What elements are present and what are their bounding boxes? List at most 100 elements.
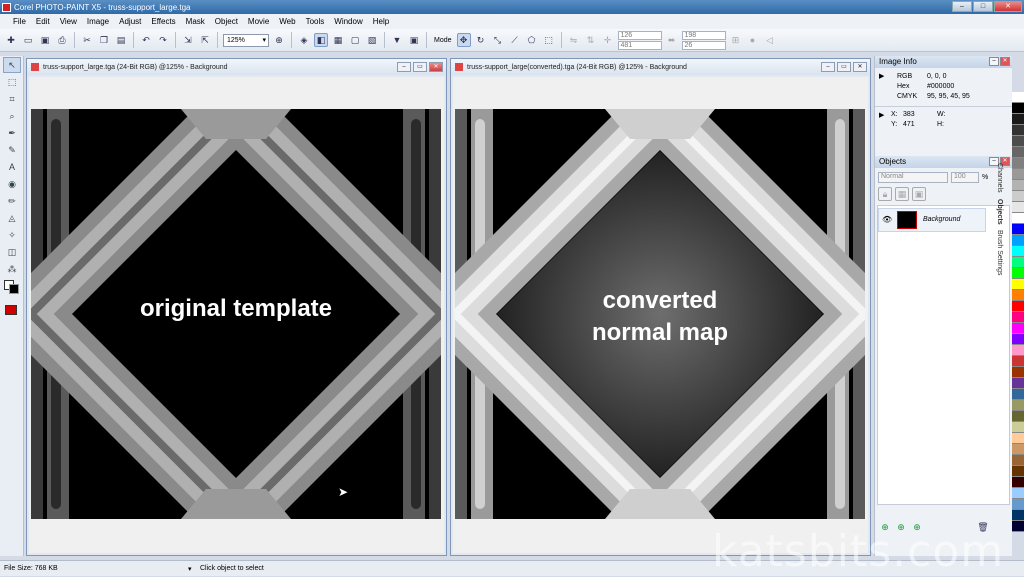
palette-swatch[interactable] [1012, 301, 1024, 312]
crop-tool-icon[interactable]: ⌗ [3, 91, 21, 107]
minimize-button[interactable]: – [952, 1, 972, 12]
redo-icon[interactable]: ↷ [156, 33, 170, 47]
export-icon[interactable]: ⇱ [198, 33, 212, 47]
position-mode-icon[interactable]: ✥ [456, 33, 471, 47]
menu-web[interactable]: Web [274, 17, 300, 26]
play-icon[interactable]: ▶ [879, 72, 884, 80]
palette-swatch[interactable] [1012, 400, 1024, 411]
paste-icon[interactable]: ▤ [114, 33, 128, 47]
open-icon[interactable]: ▭ [21, 33, 35, 47]
palette-swatch[interactable] [1012, 334, 1024, 345]
menu-view[interactable]: View [55, 17, 82, 26]
maximize-button[interactable]: □ [973, 1, 993, 12]
palette-swatch[interactable] [1012, 367, 1024, 378]
lock-transparency-icon[interactable]: ▦ [895, 187, 909, 201]
mask-tool-icon[interactable]: ◈ [297, 33, 311, 47]
x-position-field[interactable]: 126 [617, 30, 662, 40]
mask-rectangle-icon[interactable]: ⬚ [3, 74, 21, 90]
cut-icon[interactable]: ✂ [80, 33, 94, 47]
palette-swatch[interactable] [1012, 169, 1024, 180]
mask-marquee-icon[interactable]: ▦ [331, 33, 345, 47]
palette-swatch[interactable] [1012, 356, 1024, 367]
palette-swatch[interactable] [1012, 444, 1024, 455]
corel-connect-icon[interactable]: ▣ [407, 33, 421, 47]
menu-mask[interactable]: Mask [181, 17, 210, 26]
palette-swatch[interactable] [1012, 323, 1024, 334]
palette-swatch[interactable] [1012, 125, 1024, 136]
paint-color-swatch[interactable] [5, 305, 17, 315]
menu-object[interactable]: Object [210, 17, 243, 26]
apply-icon[interactable]: ● [746, 33, 760, 47]
play-icon[interactable]: ▶ [879, 111, 884, 119]
menu-tools[interactable]: Tools [301, 17, 330, 26]
status-dropdown-icon[interactable]: ▾ [188, 565, 200, 573]
layer-row-background[interactable]: 👁︎ Background [878, 208, 986, 232]
height-field[interactable]: 26 [681, 40, 726, 50]
palette-swatch[interactable] [1012, 312, 1024, 323]
pick-tool-icon[interactable]: ↖ [3, 57, 21, 73]
palette-swatch[interactable] [1012, 136, 1024, 147]
reset-icon[interactable]: ◁ [763, 33, 777, 47]
object-marquee-icon[interactable]: ▧ [365, 33, 379, 47]
panel-minimize-button[interactable]: – [989, 57, 999, 66]
menu-window[interactable]: Window [329, 17, 367, 26]
menu-effects[interactable]: Effects [146, 17, 180, 26]
zoom-select[interactable]: 125% [223, 33, 269, 47]
palette-swatch[interactable] [1012, 103, 1024, 114]
text-tool-icon[interactable]: A [3, 159, 21, 175]
palette-swatch[interactable] [1012, 147, 1024, 158]
zoom-tool-icon[interactable]: ⌕ [3, 108, 21, 124]
palette-swatch[interactable] [1012, 213, 1024, 224]
panel-close-button[interactable]: ✕ [1000, 57, 1010, 66]
palette-swatch[interactable] [1012, 114, 1024, 125]
menu-movie[interactable]: Movie [243, 17, 274, 26]
mask-show-icon[interactable]: ▢ [348, 33, 362, 47]
fill-color-swatch[interactable] [9, 284, 19, 294]
palette-swatch[interactable] [1012, 202, 1024, 213]
palette-swatch[interactable] [1012, 235, 1024, 246]
undo-icon[interactable]: ↶ [139, 33, 153, 47]
tab-channels[interactable]: Channels [996, 160, 1003, 196]
zoom-fit-icon[interactable]: ⊕ [272, 33, 286, 47]
visibility-eye-icon[interactable]: 👁︎ [882, 215, 892, 224]
tab-brush-settings[interactable]: Brush Settings [996, 227, 1003, 279]
copy-icon[interactable]: ❐ [97, 33, 111, 47]
palette-swatch[interactable] [1012, 488, 1024, 499]
opacity-field[interactable]: 100 [951, 172, 979, 183]
doc-minimize-button[interactable]: – [821, 62, 835, 72]
menu-file[interactable]: File [8, 17, 31, 26]
palette-swatch[interactable] [1012, 180, 1024, 191]
palette-swatch[interactable] [1012, 378, 1024, 389]
width-field[interactable]: 198 [681, 30, 726, 40]
menu-edit[interactable]: Edit [31, 17, 55, 26]
palette-swatch[interactable] [1012, 158, 1024, 169]
document-window-original[interactable]: truss-support_large.tga (24-Bit RGB) @12… [26, 58, 447, 556]
brush-tool-icon[interactable]: ✏ [3, 193, 21, 209]
image-canvas-original[interactable]: original template ➤ [31, 109, 441, 519]
eyedropper-icon[interactable]: ✒ [3, 125, 21, 141]
menu-adjust[interactable]: Adjust [114, 17, 146, 26]
palette-swatch[interactable] [1012, 257, 1024, 268]
palette-swatch[interactable] [1012, 422, 1024, 433]
red-eye-icon[interactable]: ◉ [3, 176, 21, 192]
palette-swatch[interactable] [1012, 499, 1024, 510]
palette-swatch[interactable] [1012, 191, 1024, 202]
palette-swatch[interactable] [1012, 279, 1024, 290]
skew-mode-icon[interactable]: ⟋ [508, 33, 522, 47]
doc-restore-button[interactable]: ▭ [413, 62, 427, 72]
doc-close-button[interactable]: ✕ [429, 62, 443, 72]
lock-icon[interactable]: 🔒︎ [878, 187, 892, 201]
close-button[interactable]: ✕ [994, 1, 1022, 12]
clone-tool-icon[interactable]: ◫ [3, 244, 21, 260]
layer-name[interactable]: Background [923, 216, 960, 223]
flip-v-icon[interactable]: ⇅ [584, 33, 598, 47]
flip-h-icon[interactable]: ⇋ [567, 33, 581, 47]
effect-tool-icon[interactable]: ✧ [3, 227, 21, 243]
palette-swatch[interactable] [1012, 466, 1024, 477]
palette-swatch[interactable] [1012, 290, 1024, 301]
import-icon[interactable]: ⇲ [181, 33, 195, 47]
palette-swatch[interactable] [1012, 477, 1024, 488]
palette-swatch[interactable] [1012, 411, 1024, 422]
palette-swatch[interactable] [1012, 455, 1024, 466]
palette-swatch[interactable] [1012, 510, 1024, 521]
